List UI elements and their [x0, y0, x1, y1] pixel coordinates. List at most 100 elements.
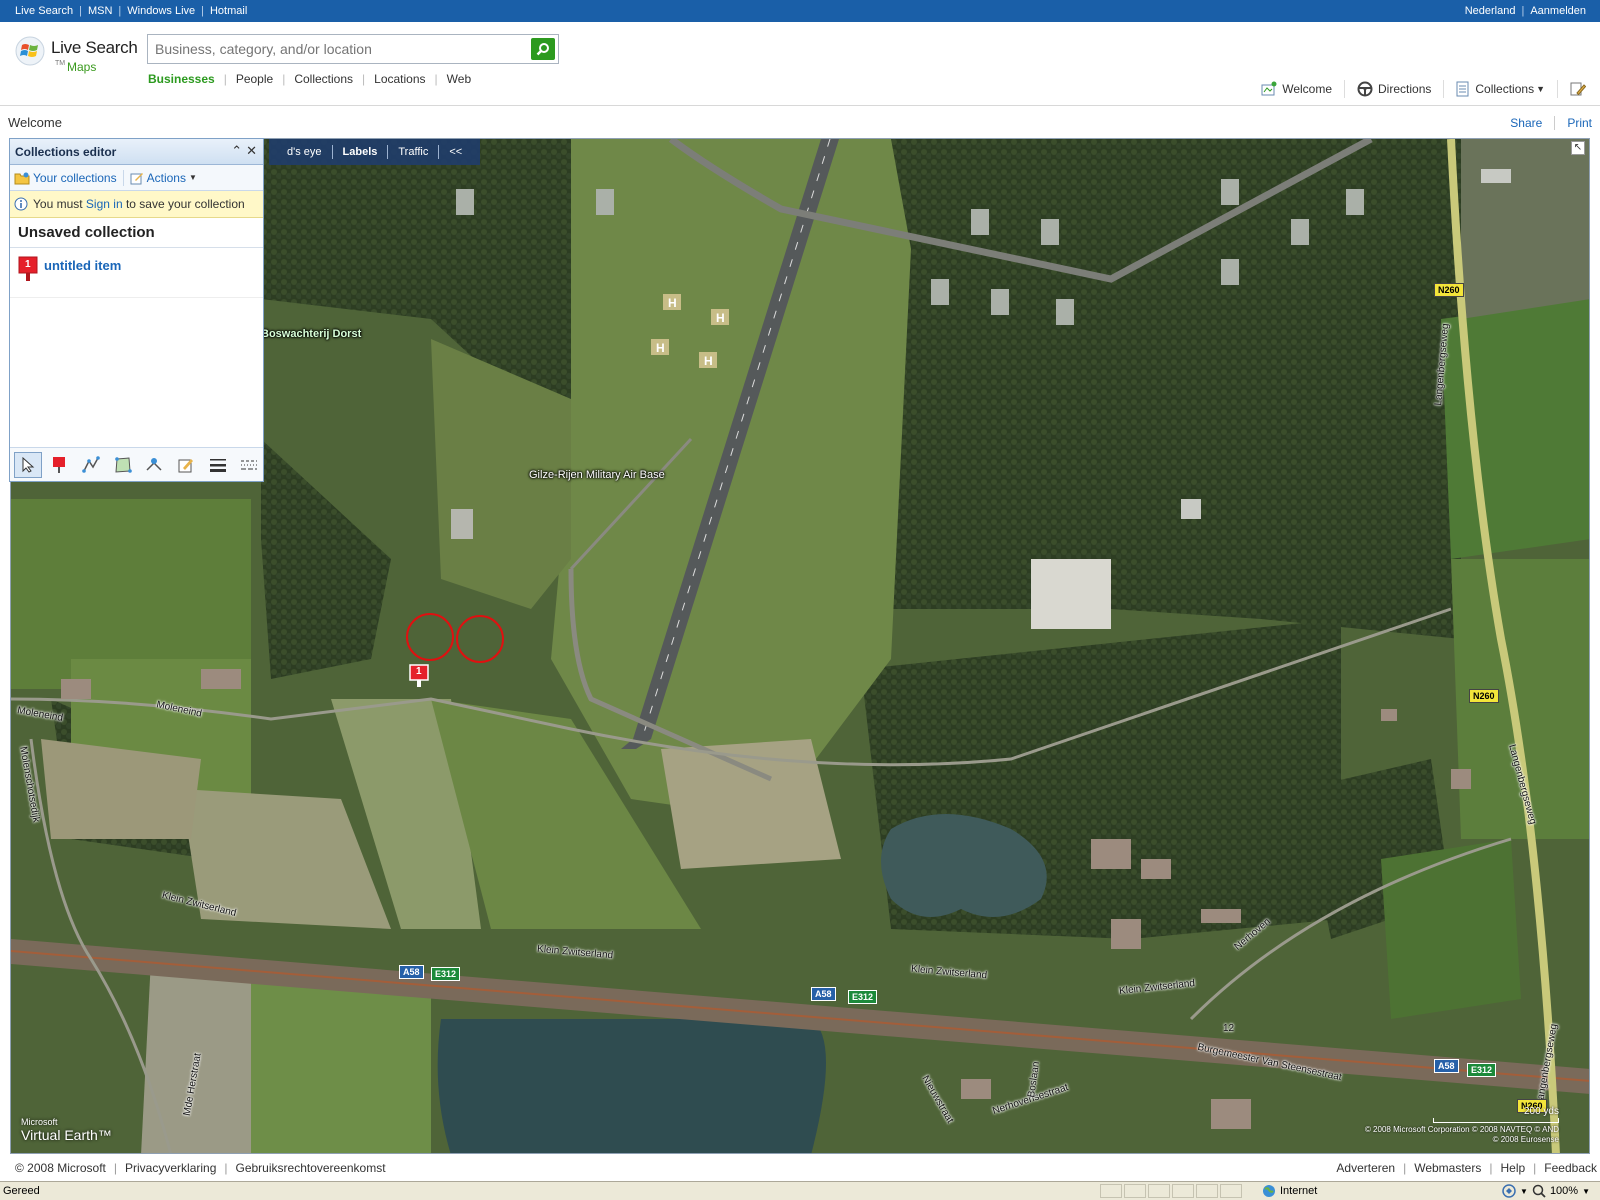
- welcome-button[interactable]: Welcome: [1261, 81, 1332, 97]
- import-button[interactable]: [141, 452, 169, 478]
- feedback-link[interactable]: Feedback: [1544, 1161, 1597, 1175]
- your-collections-button[interactable]: Your collections: [14, 171, 117, 185]
- separator: |: [362, 72, 366, 86]
- help-link[interactable]: Help: [1500, 1161, 1525, 1175]
- ve-logo-small: Microsoft: [21, 1117, 58, 1127]
- add-pushpin-button[interactable]: [46, 452, 74, 478]
- copyright-line: © 2008 Eurosense: [1492, 1135, 1559, 1144]
- panel-header: Collections editor ⌃ ✕: [10, 139, 263, 165]
- zoom-control[interactable]: ▼ 100% ▼: [1502, 1184, 1590, 1198]
- privacy-link[interactable]: Privacyverklaring: [125, 1161, 216, 1175]
- sign-in-link[interactable]: Sign in: [86, 197, 123, 211]
- tab-web[interactable]: Web: [447, 72, 471, 86]
- status-text: Gereed: [3, 1185, 40, 1197]
- traffic-toggle[interactable]: Traffic: [388, 146, 438, 158]
- your-collections-label: Your collections: [33, 170, 117, 185]
- highway-shield-e312: E312: [1467, 1063, 1497, 1077]
- separator: |: [1533, 1161, 1537, 1175]
- collection-title[interactable]: Unsaved collection: [10, 218, 263, 248]
- separator: |: [1403, 1161, 1407, 1175]
- advertise-link[interactable]: Adverteren: [1336, 1161, 1395, 1175]
- search-input[interactable]: [148, 35, 518, 63]
- print-link[interactable]: Print: [1567, 116, 1592, 130]
- collapse-toolbar-button[interactable]: <<: [439, 146, 472, 158]
- separator: |: [201, 5, 204, 17]
- birds-eye-button[interactable]: d's eye: [277, 146, 332, 158]
- highway-shield-a58: A58: [399, 965, 424, 979]
- place-label[interactable]: Gilze-Rijen Military Air Base: [529, 469, 665, 481]
- svg-text:H: H: [668, 296, 677, 310]
- collections-editor-panel: Collections editor ⌃ ✕ Your collections …: [9, 138, 264, 482]
- select-tool-button[interactable]: [14, 451, 42, 478]
- polyline-icon: [82, 455, 100, 473]
- item-title-link[interactable]: untitled item: [44, 258, 121, 273]
- windows-flag-icon: [15, 36, 45, 66]
- panel-toolbar: Your collections Actions ▼: [10, 165, 263, 191]
- collapse-panel-icon[interactable]: ⌃: [231, 143, 242, 159]
- edit-button[interactable]: [1570, 81, 1586, 97]
- live-search-maps-logo[interactable]: Live Search TM Maps: [15, 34, 145, 74]
- share-link[interactable]: Share: [1510, 116, 1542, 130]
- top-nav-bar: Live Search | MSN | Windows Live | Hotmail …: [0, 0, 1600, 22]
- place-label[interactable]: Boswachterij Dorst: [261, 328, 361, 340]
- tab-locations[interactable]: Locations: [374, 72, 425, 86]
- tab-businesses[interactable]: Businesses: [148, 72, 215, 86]
- map-copyright: © 2008 Microsoft Corporation © 2008 NAVT…: [1365, 1125, 1559, 1145]
- expand-map-icon[interactable]: ↖: [1571, 141, 1585, 155]
- pushpin-number: 1: [416, 666, 422, 677]
- labels-toggle[interactable]: Labels: [333, 146, 388, 158]
- link-region[interactable]: Nederland: [1465, 5, 1516, 17]
- link-windows-live[interactable]: Windows Live: [127, 5, 195, 17]
- line-width-button[interactable]: [204, 452, 232, 478]
- sign-in-notice: You must Sign in to save your collection: [10, 191, 263, 218]
- tab-people[interactable]: People: [236, 72, 273, 86]
- separator: [122, 169, 124, 186]
- webmasters-link[interactable]: Webmasters: [1414, 1161, 1481, 1175]
- browser-status-bar: Gereed Internet ▼ 100% ▼: [0, 1181, 1600, 1200]
- pushpin-marker: 1: [18, 256, 38, 282]
- status-cells: [1100, 1184, 1242, 1198]
- terms-link[interactable]: Gebruiksrechtovereenkomst: [236, 1161, 386, 1175]
- search-button[interactable]: [531, 38, 555, 60]
- svg-text:H: H: [656, 341, 665, 355]
- page-title-bar: Welcome Share Print: [0, 107, 1600, 138]
- zoom-level: 100%: [1549, 1185, 1579, 1197]
- close-icon[interactable]: ✕: [246, 143, 257, 159]
- line-width-icon: [209, 458, 226, 472]
- line-style-icon: [241, 460, 258, 469]
- directions-label: Directions: [1378, 82, 1432, 96]
- actions-menu-button[interactable]: Actions ▼: [130, 171, 197, 185]
- draw-shape-button[interactable]: [109, 452, 137, 478]
- welcome-label: Welcome: [1282, 82, 1333, 96]
- separator: |: [223, 72, 227, 86]
- separator: [1344, 80, 1346, 98]
- highway-shield-a58: A58: [811, 987, 836, 1001]
- draw-line-button[interactable]: [77, 452, 105, 478]
- actions-icon: [130, 172, 143, 184]
- link-live-search[interactable]: Live Search: [15, 5, 73, 17]
- separator: [1557, 80, 1558, 98]
- highway-shield-e312: E312: [431, 967, 461, 981]
- separator: |: [434, 72, 438, 86]
- info-icon: [14, 197, 28, 211]
- separator: |: [1489, 1161, 1493, 1175]
- link-hotmail[interactable]: Hotmail: [210, 5, 247, 17]
- directions-button[interactable]: Directions: [1357, 81, 1431, 97]
- chevron-down-icon: ▼: [1520, 1186, 1528, 1196]
- collections-menu-button[interactable]: Collections ▼: [1456, 81, 1545, 97]
- search-scope-tabs: Businesses | People | Collections | Locatio…: [148, 72, 471, 86]
- chevron-down-icon: ▼: [1536, 84, 1545, 94]
- pushpin-icon: [53, 456, 66, 473]
- line-style-button[interactable]: [235, 452, 263, 478]
- notice-text: You must: [33, 197, 86, 211]
- edit-item-button[interactable]: [172, 452, 200, 478]
- search-icon: [536, 43, 549, 56]
- collection-item[interactable]: 1 untitled item: [10, 248, 263, 298]
- separator: |: [282, 72, 286, 86]
- separator: |: [113, 1161, 118, 1175]
- link-msn[interactable]: MSN: [88, 5, 112, 17]
- tab-collections[interactable]: Collections: [294, 72, 353, 86]
- security-zone[interactable]: Internet: [1262, 1184, 1317, 1198]
- link-sign-in[interactable]: Aanmelden: [1530, 5, 1586, 17]
- pushpin-marker[interactable]: 1: [409, 664, 429, 688]
